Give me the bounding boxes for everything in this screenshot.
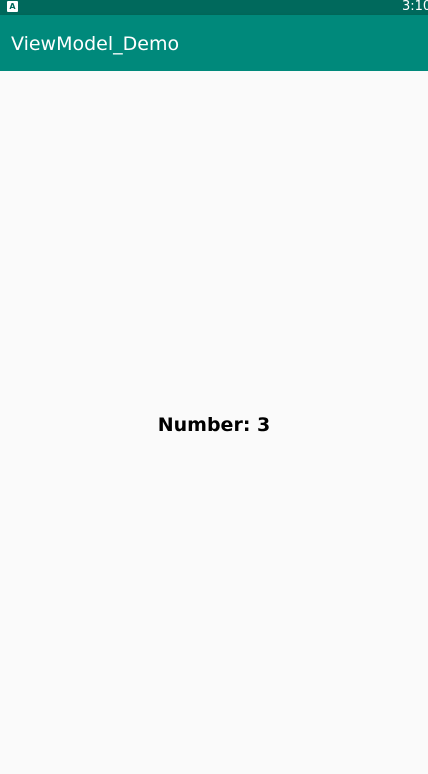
number-text: Number: 3: [157, 414, 271, 436]
main-content: Number: 3: [0, 71, 428, 774]
notification-icon: A: [7, 1, 18, 12]
app-bar: ViewModel_Demo: [0, 15, 428, 71]
status-time: 3:10: [402, 0, 428, 14]
app-title: ViewModel_Demo: [11, 33, 180, 55]
status-bar: A 3:10: [0, 0, 428, 15]
